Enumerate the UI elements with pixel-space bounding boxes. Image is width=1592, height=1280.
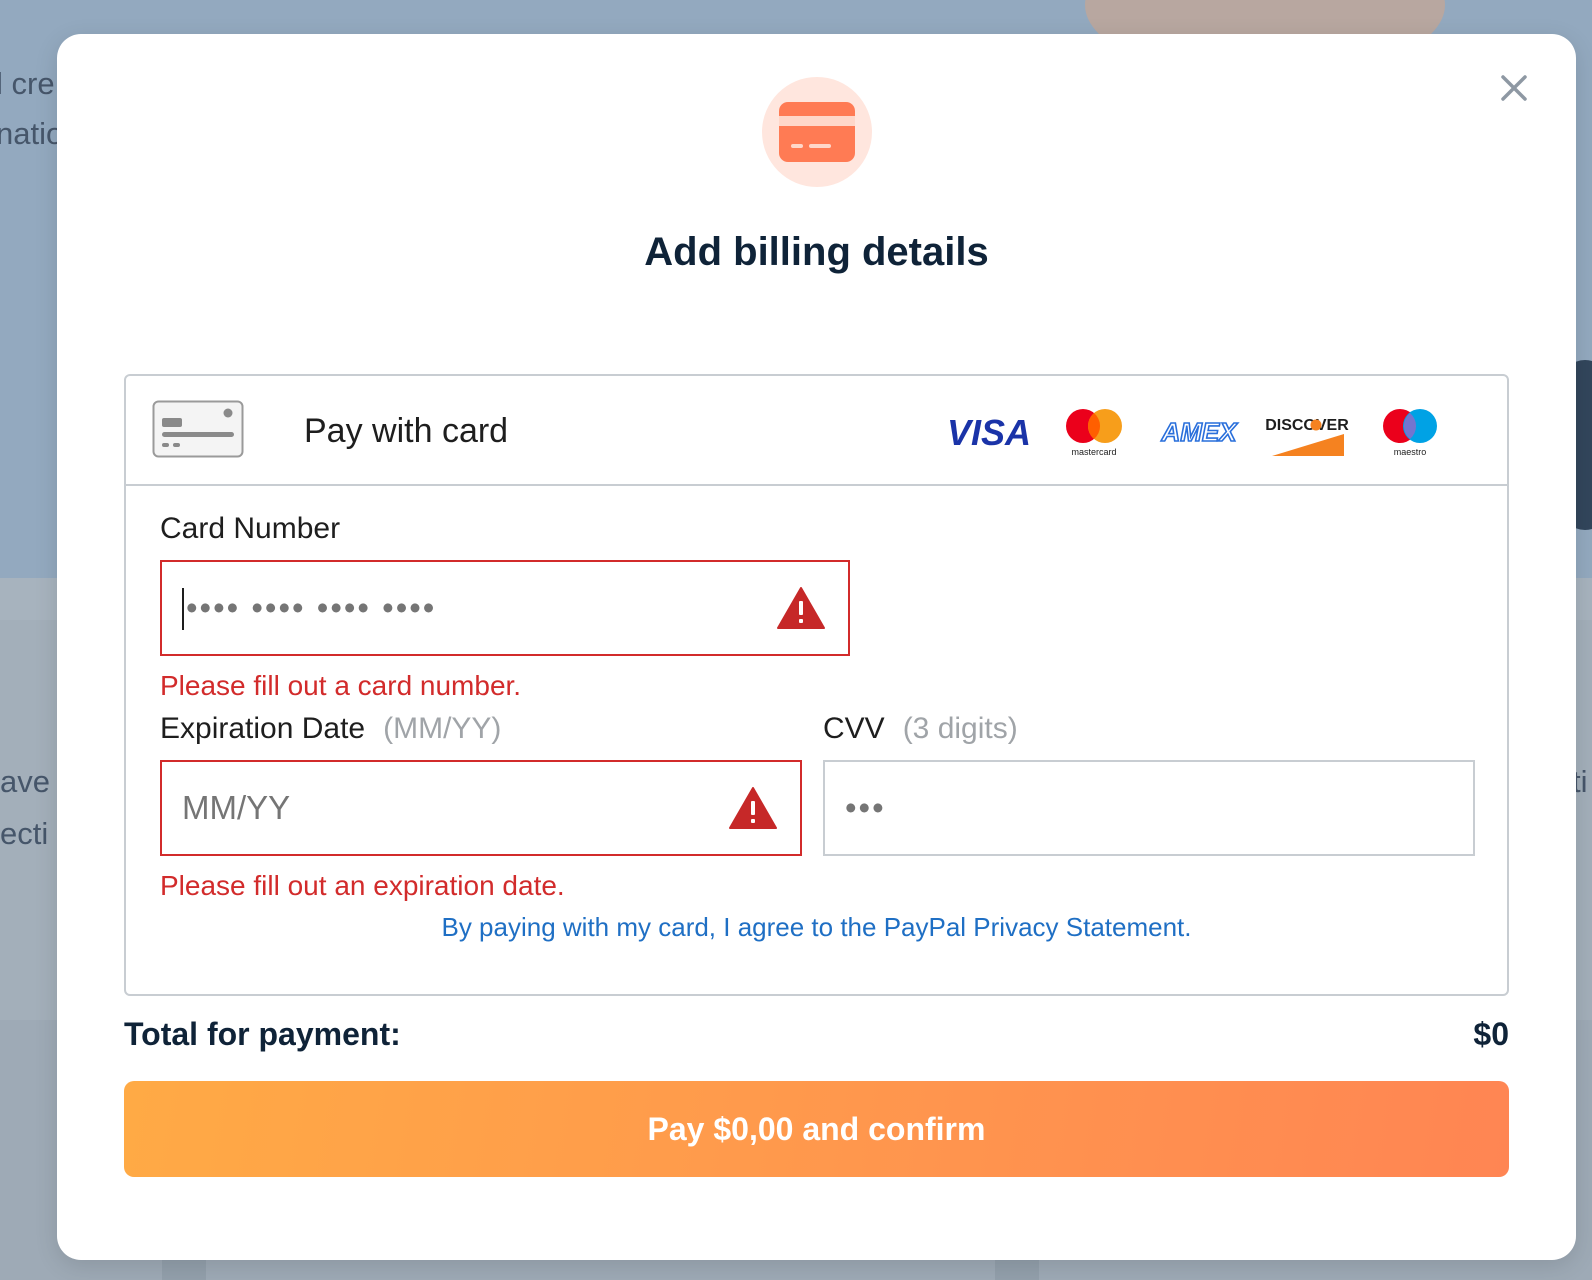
background-text: ave: [0, 764, 50, 799]
maestro-logo: maestro: [1374, 402, 1446, 460]
visa-logo: VISA: [944, 410, 1034, 454]
mastercard-logo-text: mastercard: [1071, 447, 1116, 457]
privacy-statement-link[interactable]: By paying with my card, I agree to the P…: [126, 912, 1507, 943]
discover-logo: DISCOVER: [1262, 408, 1352, 460]
text-caret: [182, 588, 184, 630]
card-payment-panel: Pay with card VISA mastercard AMEX DISCO…: [124, 374, 1509, 996]
modal-title: Add billing details: [644, 230, 989, 274]
card-number-field[interactable]: [160, 560, 850, 656]
card-number-label: Card Number: [160, 512, 341, 545]
warning-icon: [777, 587, 825, 629]
discover-logo-text: DISCOVER: [1265, 417, 1349, 434]
pay-confirm-button[interactable]: Pay $0,00 and confirm: [124, 1081, 1509, 1177]
close-icon[interactable]: [1500, 74, 1528, 102]
amex-logo-text: AMEX: [1160, 417, 1238, 447]
expiration-date-label-text: Expiration Date: [160, 712, 366, 745]
expiration-date-label: Expiration Date (MM/YY): [160, 712, 501, 746]
expiration-date-field[interactable]: [160, 760, 802, 856]
generic-card-icon: [152, 400, 244, 458]
credit-card-icon: [779, 102, 855, 162]
billing-modal: Add billing details Pay with card VISA m…: [57, 34, 1576, 1260]
total-label: Total for payment:: [124, 1016, 401, 1052]
cvv-hint: (3 digits): [902, 712, 1018, 745]
total-value: $0: [1473, 1016, 1509, 1052]
visa-logo-text: VISA: [947, 412, 1031, 452]
header-icon-circle: [762, 77, 872, 187]
maestro-logo-text: maestro: [1394, 447, 1427, 457]
cvv-input[interactable]: [845, 789, 1445, 827]
background-text: l cre: [0, 66, 55, 101]
cvv-field[interactable]: [823, 760, 1475, 856]
card-number-error: Please fill out a card number.: [160, 670, 522, 701]
warning-icon: [729, 787, 777, 829]
card-panel-header: Pay with card VISA mastercard AMEX DISCO…: [126, 376, 1507, 486]
expiration-date-hint: (MM/YY): [383, 712, 502, 745]
background-text: ecti: [0, 816, 49, 851]
cvv-label: CVV (3 digits): [823, 712, 1018, 746]
expiration-date-error: Please fill out an expiration date.: [160, 870, 565, 901]
expiration-date-input[interactable]: [182, 789, 702, 827]
card-number-input[interactable]: [182, 589, 742, 627]
cvv-label-text: CVV: [823, 712, 885, 745]
mastercard-logo: mastercard: [1058, 402, 1130, 460]
amex-logo: AMEX: [1156, 414, 1242, 448]
close-button[interactable]: [1494, 68, 1534, 108]
background-text: natio: [0, 116, 64, 151]
pay-with-card-label: Pay with card: [304, 412, 509, 450]
